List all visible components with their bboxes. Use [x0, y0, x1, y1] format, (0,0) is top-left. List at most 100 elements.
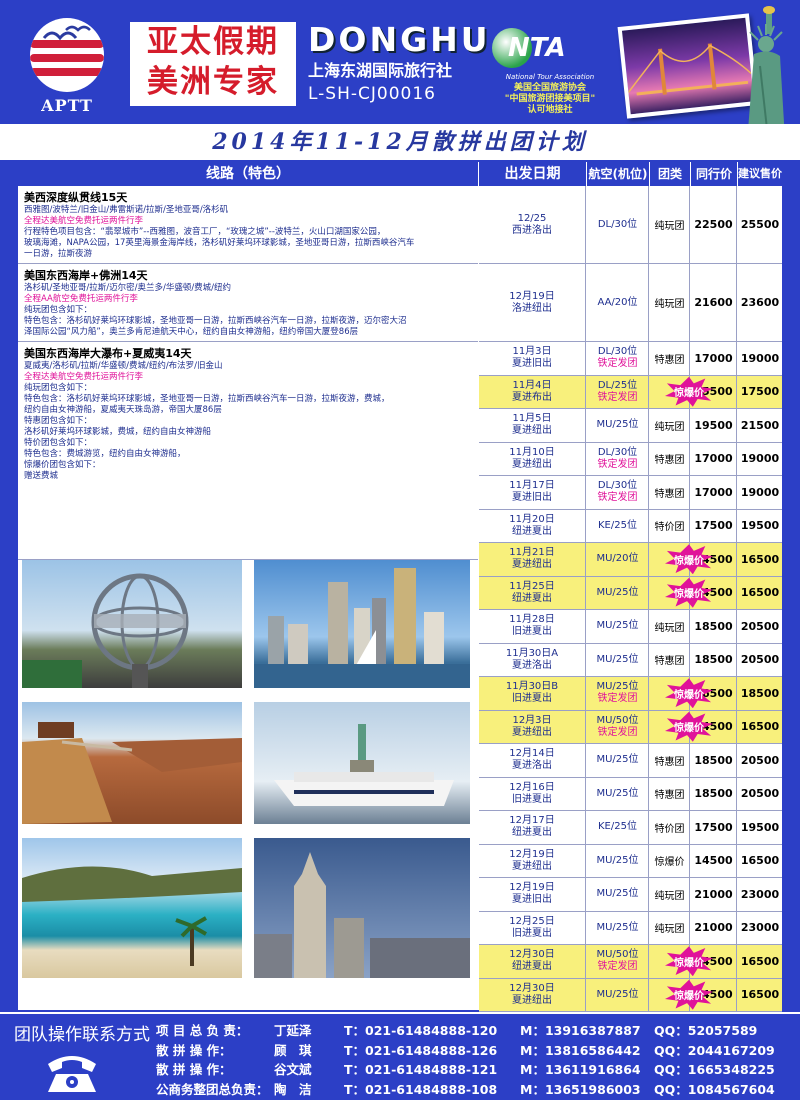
airline-cell: DL/30位 铁定发团	[587, 476, 649, 509]
departure-row: 12月14日 夏进洛出 MU/25位 特惠团 18500 20500	[479, 744, 782, 778]
airline-seats: MU/50位	[596, 949, 639, 961]
airline-cell: MU/25位	[587, 911, 649, 944]
departure-route: 夏进旧出	[512, 492, 552, 504]
tour-type: 纯玩团	[650, 264, 690, 341]
guaranteed-note: 铁定发团	[597, 391, 638, 403]
tour-type: 惊爆价	[650, 844, 690, 877]
suggested-price: 21500	[740, 418, 780, 432]
suggested-price: 25500	[740, 218, 780, 231]
departure-date: 11月20日	[509, 513, 555, 525]
route-detail-line: 全程AA航空免费托运两件行李	[24, 294, 138, 304]
departure-row: 12月19日 夏进纽出 MU/25位 惊爆价 14500 16500	[479, 844, 782, 878]
route-detail-line: 全程达美航空免费托运两件行李	[24, 372, 144, 382]
brand-line-2: 美洲专家	[147, 64, 279, 100]
departure-date-cell: 11月10日 夏进纽出	[479, 442, 586, 475]
airline-seats: MU/25位	[596, 653, 639, 665]
photo-san-diego-skyline	[254, 560, 470, 688]
tour-type: 纯玩团	[650, 409, 690, 442]
tour-type: 特惠团	[650, 777, 690, 810]
aptt-globe-icon	[30, 18, 104, 92]
tour-type: 特惠团	[650, 643, 690, 676]
route-title: 美国东西海岸+佛洲14天	[24, 269, 148, 282]
departure-route: 夏进纽出	[512, 425, 552, 437]
departure-route: 纽进夏出	[512, 525, 552, 537]
departure-date: 11月30日B	[505, 681, 559, 693]
suggested-price: 16500	[740, 988, 780, 1002]
route-detail-line: 纽约自由女神游船，夏威夷天珠岛游，帝国大厦86层	[24, 405, 222, 415]
departure-date: 12月14日	[509, 748, 555, 760]
departure-route: 夏进洛出	[512, 760, 552, 772]
trade-price: 17500	[691, 811, 737, 844]
contact-mobile: M：13916387887	[520, 1023, 641, 1038]
plan-title-bar: 2014年11-12月散拼出团计划	[0, 124, 800, 160]
nta-text: NTA	[508, 33, 566, 63]
nta-logo: NTA National Tour Association 美国全国旅游协会 "…	[490, 26, 610, 115]
airline-cell: KE/25位	[587, 811, 649, 844]
trade-price: 17000	[691, 476, 737, 509]
contact-name: 丁延泽	[274, 1023, 312, 1038]
contact-mobile: M：13816586442	[520, 1042, 641, 1058]
airline-seats: MU/25位	[596, 620, 639, 632]
airline-cell: MU/25位 铁定发团	[587, 677, 649, 710]
suggested-price: 16500	[740, 954, 780, 968]
contact-role: 项 目 总 负 责：	[156, 1023, 249, 1038]
airline-cell: DL/30位	[587, 186, 649, 263]
tour-type: 纯玩团	[650, 878, 690, 911]
suggested-price: 23000	[740, 921, 780, 935]
departure-date-cell: 12月19日 夏进纽出	[479, 844, 586, 877]
contact-role: 公商务整团总负责：	[156, 1081, 269, 1097]
airline-seats: MU/25位	[596, 988, 639, 1000]
departure-row: 12月19日 洛进纽出 AA/20位 纯玩团 21600 23600	[479, 264, 782, 342]
departure-date: 12/25	[517, 212, 547, 224]
airline-seats: AA/20位	[597, 296, 638, 308]
license-number: L-SH-CJ00016	[308, 84, 436, 104]
departure-row: 11月5日 夏进纽出 MU/25位 纯玩团 19500 21500	[479, 409, 782, 443]
departure-date-cell: 11月30日B 旧进夏出	[479, 677, 586, 710]
airline-seats: MU/25位	[596, 586, 639, 598]
departure-date: 12月19日	[509, 882, 555, 894]
route-detail-line: 夏威夷/洛杉矶/拉斯/华盛顿/费城/纽约/布法罗/旧金山	[24, 361, 223, 371]
departure-route: 夏进纽出	[512, 726, 552, 738]
trade-price: 18500	[691, 744, 737, 777]
departure-row: 12月16日 旧进夏出 MU/25位 特惠团 18500 20500	[479, 777, 782, 811]
departure-route: 洛进纽出	[512, 302, 552, 314]
footer-title: 团队操作联系方式	[14, 1025, 150, 1045]
airline-seats: DL/30位	[597, 346, 638, 358]
suggested-price: 16500	[740, 552, 780, 566]
trade-price: 22500	[691, 186, 737, 263]
contact-telephone: T：021-61484888-126	[344, 1042, 498, 1058]
route-detail-line: 洛杉矶好莱坞环球影城，费城，纽约自由女神游船	[24, 427, 212, 437]
suggested-price: 16500	[740, 586, 780, 600]
guaranteed-note: 铁定发团	[597, 458, 638, 470]
airline-cell: MU/25位	[587, 744, 649, 777]
airline-seats: MU/25位	[596, 854, 639, 866]
trade-price: 17000	[691, 442, 737, 475]
route-title: 美国东西海岸大瀑布+夏威夷14天	[24, 347, 192, 360]
suggested-price: 19000	[740, 351, 780, 365]
airline-cell: DL/25位 铁定发团	[587, 375, 649, 408]
departure-route: 夏进纽出	[512, 559, 552, 571]
route-detail-line: 西雅图/波特兰/旧金山/弗雷斯诺/拉斯/圣地亚哥/洛杉矶	[24, 205, 229, 215]
departure-date-cell: 12月30日 夏进纽出	[479, 978, 586, 1011]
airline-cell: MU/25位	[587, 643, 649, 676]
route-detail-line: 一日游，拉斯夜游	[24, 249, 93, 259]
departure-row: 11月3日 夏进旧出 DL/30位 铁定发团 特惠团 17000 19000	[479, 342, 782, 376]
departure-date-cell: 11月5日 夏进纽出	[479, 409, 586, 442]
departure-route: 纽进夏出	[512, 961, 552, 973]
departure-date-cell: 11月17日 夏进旧出	[479, 476, 586, 509]
departure-date-cell: 12月3日 夏进纽出	[479, 710, 586, 743]
departure-date: 12月30日	[509, 949, 555, 961]
airline-seats: MU/25位	[596, 921, 639, 933]
airline-cell: MU/25位	[587, 844, 649, 877]
guaranteed-note: 铁定发团	[597, 693, 638, 705]
departure-route: 夏进纽出	[512, 458, 552, 470]
departure-date-cell: 12月25日 旧进夏出	[479, 911, 586, 944]
contact-telephone: T：021-61484888-121	[344, 1062, 498, 1077]
airline-cell: KE/25位	[587, 509, 649, 542]
departure-row: 11月20日 纽进夏出 KE/25位 特价团 17500 19500	[479, 509, 782, 543]
route-detail-line: 纯玩团包含如下：	[24, 305, 93, 315]
header: APTT 亚太假期 美洲专家 DONGHU 上海东湖国际旅行社 L-SH-CJ0…	[0, 0, 800, 156]
suggested-price: 19500	[740, 519, 780, 533]
departure-row: 12月3日 夏进纽出 MU/50位 铁定发团 14500 16500 惊爆价	[479, 710, 782, 744]
departure-date-cell: 12月16日 旧进夏出	[479, 777, 586, 810]
